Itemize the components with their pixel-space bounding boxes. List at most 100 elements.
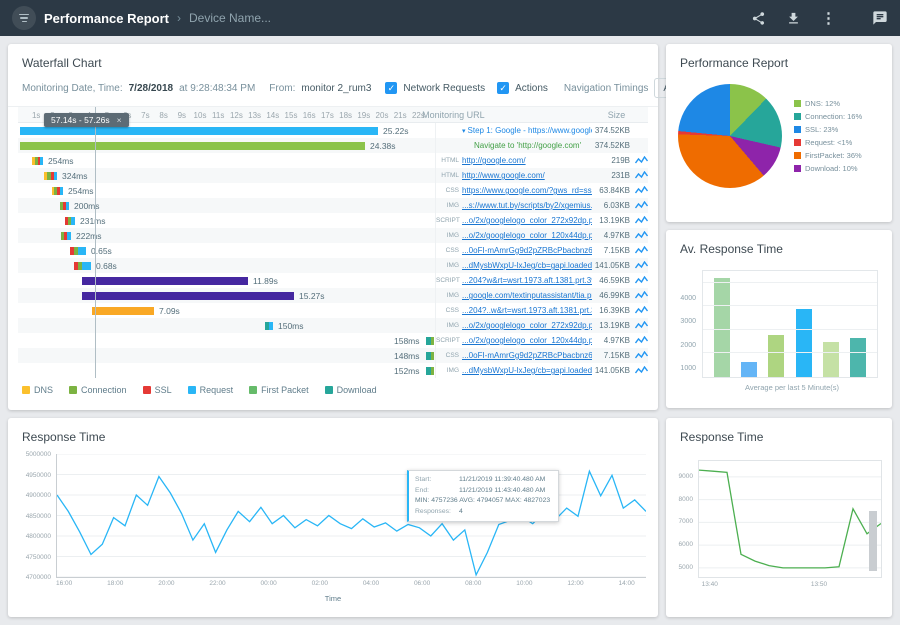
waterfall-row[interactable]: 222msIMG...o/2x/googlelogo_color_120x44d… — [18, 228, 648, 243]
actions-label[interactable]: Actions — [515, 83, 548, 94]
y-axis-tick-label: 6000 — [679, 541, 693, 548]
actions-checkbox[interactable]: ✓ — [497, 82, 509, 94]
monitoring-url-link[interactable]: ...o/2x/googlelogo_color_272x92dp.png — [462, 321, 592, 330]
period-indicator-bar — [869, 511, 877, 571]
monitoring-url-link[interactable]: ...google.com/textinputassistant/tia.png — [462, 291, 592, 300]
response-trend-icon[interactable] — [634, 261, 648, 271]
share-button[interactable] — [751, 11, 766, 26]
waterfall-row[interactable]: 200msIMG...s://www.tut.by/scripts/by2/xg… — [18, 198, 648, 213]
waterfall-row[interactable]: 152msIMG...dMysbWxpU-lxJeg/cb=gapi.loade… — [18, 363, 648, 378]
waterfall-row[interactable]: 7.09sCSS...204?..w&rt=wsrt.1973.aft.1381… — [18, 303, 648, 318]
waterfall-row[interactable]: 158msSCRIPT...o/2x/googlelogo_color_120x… — [18, 333, 648, 348]
y-axis-tick-label: 4000 — [680, 295, 696, 302]
gridline — [703, 282, 877, 283]
chevron-down-icon[interactable]: ▾ — [462, 127, 466, 135]
check-icon: ✓ — [499, 83, 507, 93]
avg-caption: Average per last 5 Minute(s) — [702, 383, 882, 392]
pie-legend-item: FirstPacket: 36% — [794, 151, 862, 160]
response-trend-icon[interactable] — [634, 246, 648, 256]
waterfall-row[interactable]: 231msSCRIPT...o/2x/googlelogo_color_272x… — [18, 213, 648, 228]
response-trend-icon[interactable] — [634, 201, 648, 211]
column-header-url[interactable]: Monitoring URL — [418, 107, 608, 122]
monitoring-url-link[interactable]: ▾Step 1: Google - https://www.google.com… — [462, 126, 592, 135]
waterfall-row[interactable]: 254msCSShttps://www.google.com/?gws_rd=s… — [18, 183, 648, 198]
waterfall-row[interactable]: 150msIMG...o/2x/googlelogo_color_272x92d… — [18, 318, 648, 333]
waterfall-row[interactable]: 11.89sSCRIPT...204?w&rt=wsrt.1973.aft.13… — [18, 273, 648, 288]
response-trend-icon[interactable] — [634, 171, 648, 181]
bar-duration-label: 0.68s — [96, 261, 117, 271]
response-trend-icon[interactable] — [634, 276, 648, 286]
response-trend-icon[interactable] — [634, 291, 648, 301]
response-trend-icon[interactable] — [634, 366, 648, 376]
waterfall-row[interactable]: 324msHTMLhttp://www.google.com/231B — [18, 168, 648, 183]
waterfall-bar-cell: 7.09s — [18, 303, 436, 318]
legend-swatch — [69, 386, 77, 394]
monitoring-url-link[interactable]: http://google.com/ — [462, 156, 592, 165]
y-axis-tick-label: 3000 — [680, 318, 696, 325]
menu-button[interactable] — [12, 6, 36, 30]
close-icon[interactable]: × — [117, 115, 122, 125]
feedback-button[interactable] — [872, 10, 888, 26]
y-axis-tick-label: 4800000 — [26, 533, 51, 540]
x-axis-tick-label: 06:00 — [414, 580, 430, 587]
axis-tick-label: 10s — [194, 111, 207, 120]
monitoring-url-link[interactable]: ...204?..w&rt=wsrt.1973.aft.1381.prt.396… — [462, 306, 592, 315]
legend-label: Connection — [81, 385, 127, 395]
response-main-y-axis: 4700000475000048000004850000490000049500… — [12, 454, 54, 578]
resource-size: 13.19KB — [592, 216, 634, 225]
legend-swatch — [188, 386, 196, 394]
monitoring-url-link[interactable]: ...dMysbWxpU-lxJeg/cb=gapi.loaded_0 — [462, 366, 592, 375]
monitoring-url-link[interactable]: ...204?w&rt=wsrt.1973.aft.1381.prt.3964 — [462, 276, 592, 285]
monitoring-url-link[interactable]: Navigate to 'http://google.com' — [462, 141, 592, 150]
monitoring-url-link[interactable]: http://www.google.com/ — [462, 171, 592, 180]
axis-tick-label: 19s — [357, 111, 370, 120]
more-options-button[interactable]: ⋮ — [821, 9, 836, 27]
waterfall-bar-cell: 150ms — [18, 318, 436, 333]
tooltip-stats: MIN: 4757236 AVG: 4794057 MAX: 4827023 — [415, 496, 550, 507]
time-range-badge: 57.14s - 57.26s × — [44, 113, 129, 127]
waterfall-row[interactable]: 148msCSS...0oFI-mAmrGg9d2pZRBcPbacbnz6iN… — [18, 348, 648, 363]
monitoring-url-link[interactable]: ...s://www.tut.by/scripts/by2/xgemius.js — [462, 201, 592, 210]
monitoring-url-link[interactable]: ...o/2x/googlelogo_color_272x92dp.png — [462, 216, 592, 225]
monitoring-url-link[interactable]: ...o/2x/googlelogo_color_120x44dp.png — [462, 231, 592, 240]
breadcrumb-device[interactable]: Device Name... — [189, 11, 271, 25]
response-trend-icon[interactable] — [634, 186, 648, 196]
response-trend-icon[interactable] — [634, 156, 648, 166]
response-trend-icon[interactable] — [634, 351, 648, 361]
waterfall-bar-cell: 11.89s — [18, 273, 436, 288]
legend-swatch — [794, 165, 801, 172]
resource-size: 141.05KB — [592, 261, 634, 270]
monitoring-url-link[interactable]: ...0oFI-mAmrGg9d2pZRBcPbacbnz6iNg — [462, 246, 592, 255]
monitoring-url-link[interactable]: ...0oFI-mAmrGg9d2pZRBcPbacbnz6iNg — [462, 351, 592, 360]
bar — [823, 342, 839, 377]
waterfall-bar-cell: 231ms — [18, 213, 436, 228]
bar — [796, 309, 812, 377]
download-button[interactable] — [786, 11, 801, 26]
y-axis-tick-label: 4950000 — [26, 472, 51, 479]
response-trend-icon[interactable] — [634, 231, 648, 241]
response-trend-icon[interactable] — [634, 216, 648, 226]
network-requests-label[interactable]: Network Requests — [403, 83, 485, 94]
waterfall-row[interactable]: 24.38sNavigate to 'http://google.com'374… — [18, 138, 648, 153]
waterfall-row[interactable]: 15.27sIMG...google.com/textinputassistan… — [18, 288, 648, 303]
monitoring-url-link[interactable]: ...dMysbWxpU-lxJeg/cb=gapi.loaded_0 — [462, 261, 592, 270]
network-requests-checkbox[interactable]: ✓ — [385, 82, 397, 94]
resource-type-label: CSS — [436, 247, 462, 254]
waterfall-bar — [426, 352, 434, 360]
waterfall-row[interactable]: 254msHTMLhttp://google.com/219B — [18, 153, 648, 168]
axis-tick-label: 16s — [303, 111, 316, 120]
waterfall-row[interactable]: 0.65sCSS...0oFI-mAmrGg9d2pZRBcPbacbnz6iN… — [18, 243, 648, 258]
tooltip-responses-label: Responses: — [415, 507, 455, 518]
page-title: Performance Report — [44, 11, 169, 26]
waterfall-row[interactable]: 0.68sIMG...dMysbWxpU-lxJeg/cb=gapi.loade… — [18, 258, 648, 273]
monitoring-url-link[interactable]: ...o/2x/googlelogo_color_120x44dp.png — [462, 336, 592, 345]
gridline — [703, 352, 877, 353]
response-trend-icon[interactable] — [634, 321, 648, 331]
response-trend-icon[interactable] — [634, 306, 648, 316]
resource-type-label: HTML — [436, 172, 462, 179]
column-header-size[interactable]: Size — [608, 107, 648, 122]
waterfall-bar — [61, 232, 71, 240]
monitoring-url-link[interactable]: https://www.google.com/?gws_rd=ssl — [462, 186, 592, 195]
pie-legend-item: SSL: 23% — [794, 125, 862, 134]
response-trend-icon[interactable] — [634, 336, 648, 346]
